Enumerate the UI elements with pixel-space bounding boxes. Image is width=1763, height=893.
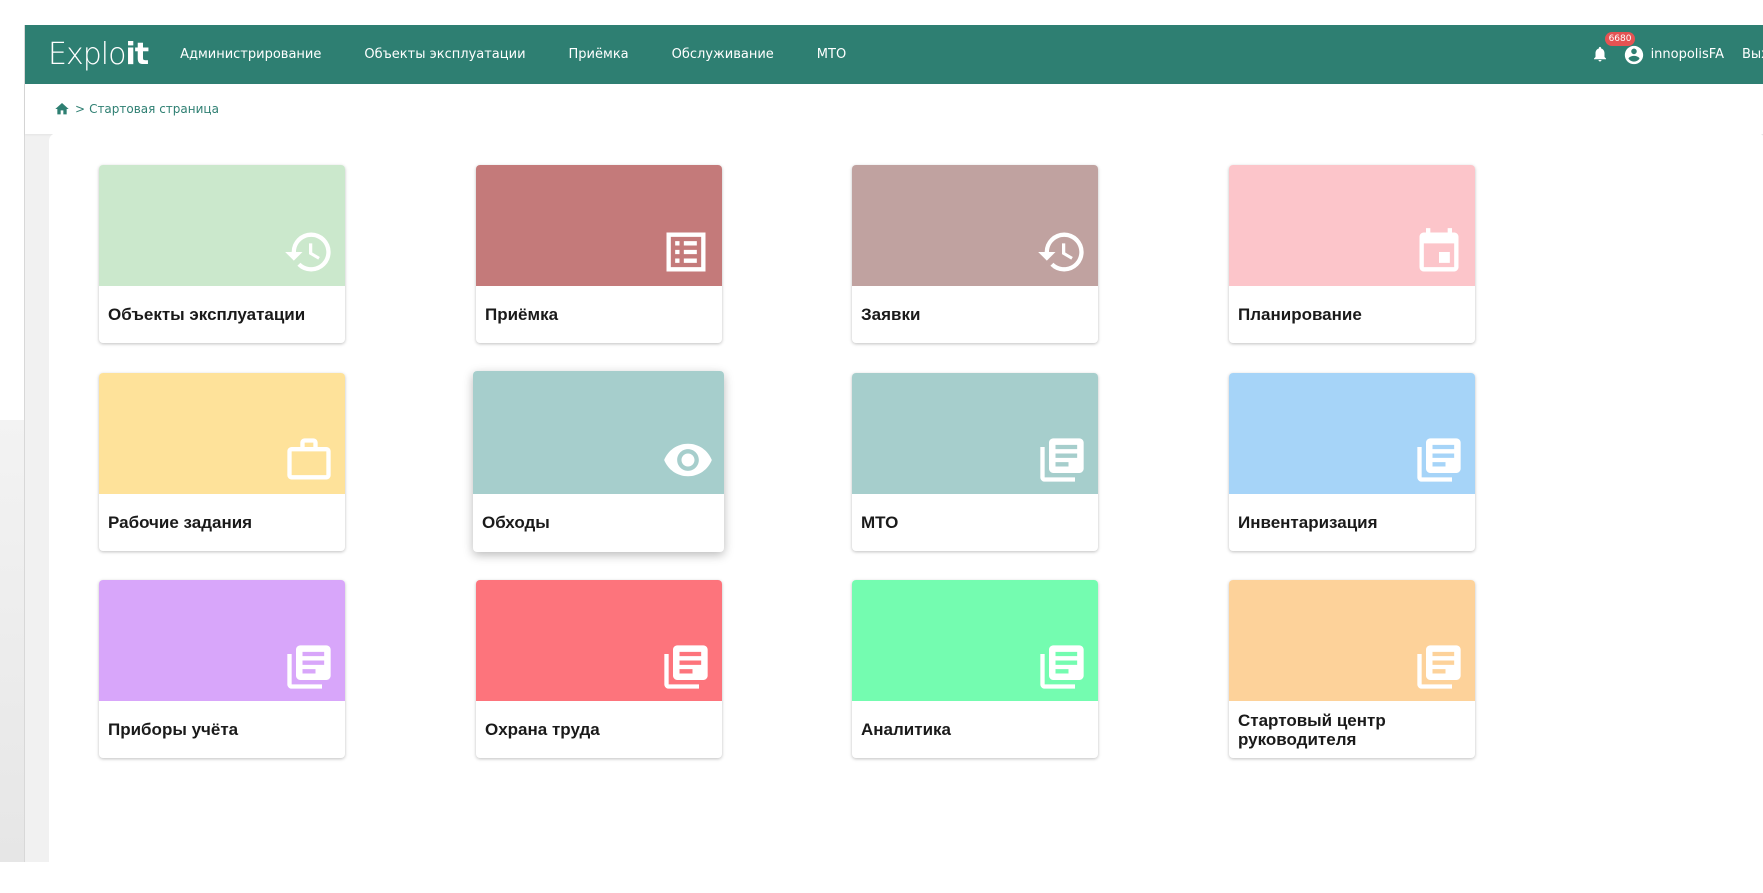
tiles-panel: Объекты эксплуатации Приёмка Заявки План… <box>49 133 1763 893</box>
nav-item-administration[interactable]: Администрирование <box>180 47 321 62</box>
app-window: Exploit Администрирование Объекты эксплу… <box>24 25 1763 893</box>
history-icon <box>1038 232 1084 272</box>
tile-color-area <box>476 580 722 701</box>
account-circle-icon[interactable] <box>1623 44 1645 66</box>
tile-facilities[interactable]: Объекты эксплуатации <box>99 165 345 343</box>
library-books-icon <box>1040 645 1084 689</box>
tile-label: Планирование <box>1238 305 1362 324</box>
top-navigation-bar: Exploit Администрирование Объекты эксплу… <box>25 25 1763 84</box>
tile-color-area <box>1229 165 1475 286</box>
tile-color-area <box>1229 373 1475 494</box>
tile-acceptance[interactable]: Приёмка <box>476 165 722 343</box>
tile-mto[interactable]: МТО <box>852 373 1098 551</box>
header-user-area: 6680 innopolisFA Выход <box>1591 25 1763 84</box>
tile-color-area <box>473 371 724 494</box>
breadcrumb: > Стартовая страница <box>25 84 1763 134</box>
tile-label: Заявки <box>861 305 921 324</box>
tile-label: Охрана труда <box>485 720 600 739</box>
tile-inspections[interactable]: Обходы <box>473 371 724 552</box>
library-books-icon <box>664 645 708 689</box>
username-link[interactable]: innopolisFA <box>1651 47 1724 62</box>
tile-meters[interactable]: Приборы учёта <box>99 580 345 758</box>
nav-item-maintenance[interactable]: Обслуживание <box>672 47 774 62</box>
tile-color-area <box>852 165 1098 286</box>
breadcrumb-current[interactable]: Стартовая страница <box>89 102 219 116</box>
nav-item-facilities[interactable]: Объекты эксплуатации <box>364 47 525 62</box>
tile-color-area <box>852 580 1098 701</box>
tile-label: Рабочие задания <box>108 513 253 532</box>
main-nav: Администрирование Объекты эксплуатации П… <box>180 47 889 62</box>
tile-label: Аналитика <box>861 720 951 739</box>
tile-label: Стартовый центр руководителя <box>1238 710 1386 749</box>
calendar-icon <box>1419 228 1459 272</box>
history-icon <box>285 232 331 272</box>
notifications-badge: 6680 <box>1604 31 1636 46</box>
breadcrumb-separator: > <box>75 102 86 116</box>
eye-icon <box>664 443 712 477</box>
tile-manager-center[interactable]: Стартовый центр руководителя <box>1229 580 1475 758</box>
tile-labor-safety[interactable]: Охрана труда <box>476 580 722 758</box>
nav-item-mto[interactable]: МТО <box>817 47 846 62</box>
library-books-icon <box>1040 438 1084 482</box>
tile-color-area <box>1229 580 1475 701</box>
bell-icon <box>1593 46 1606 61</box>
tile-color-area <box>99 373 345 494</box>
tile-color-area <box>99 580 345 701</box>
notifications-button[interactable]: 6680 <box>1591 31 1636 66</box>
list-icon <box>666 232 706 272</box>
tile-color-area <box>852 373 1098 494</box>
home-icon[interactable] <box>54 101 70 117</box>
tile-label: Обходы <box>482 513 550 532</box>
tile-analytics[interactable]: Аналитика <box>852 580 1098 758</box>
tile-label: Объекты эксплуатации <box>108 305 306 324</box>
library-books-icon <box>287 645 331 689</box>
nav-item-acceptance[interactable]: Приёмка <box>569 47 629 62</box>
library-books-icon <box>1417 645 1461 689</box>
tile-planning[interactable]: Планирование <box>1229 165 1475 343</box>
library-books-icon <box>1417 438 1461 482</box>
tile-requests[interactable]: Заявки <box>852 165 1098 343</box>
tile-label: МТО <box>861 513 899 532</box>
app-logo[interactable]: Exploit <box>48 39 149 70</box>
tile-color-area <box>476 165 722 286</box>
tile-inventory[interactable]: Инвентаризация <box>1229 373 1475 551</box>
briefcase-icon <box>287 438 331 480</box>
tile-work-orders[interactable]: Рабочие задания <box>99 373 345 551</box>
tile-label: Приёмка <box>485 305 559 324</box>
logout-link[interactable]: Выход <box>1742 47 1763 62</box>
tile-label: Приборы учёта <box>108 720 239 739</box>
tile-color-area <box>99 165 345 286</box>
tile-label: Инвентаризация <box>1238 513 1378 532</box>
